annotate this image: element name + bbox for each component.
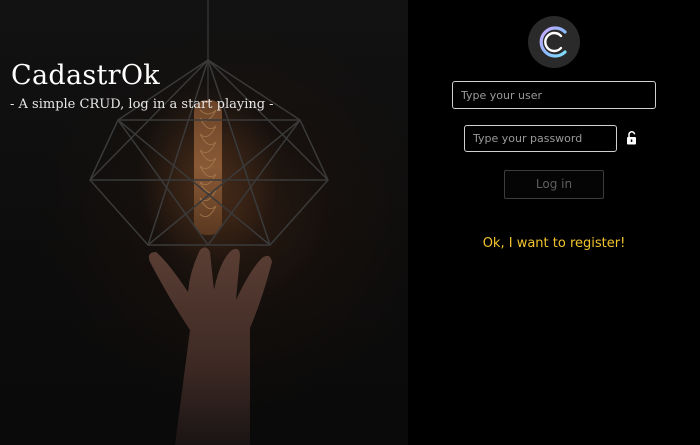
password-input[interactable] [464,125,617,152]
app-tagline: - A simple CRUD, log in a start playing … [10,97,274,112]
register-link[interactable]: Ok, I want to register! [408,236,700,251]
c-logo-icon [528,16,580,68]
app-root: CadastrOk - A simple CRUD, log in a star… [0,0,700,445]
app-title: CadastrOk [11,60,160,91]
username-input[interactable] [452,81,656,109]
login-button[interactable]: Log in [504,170,604,199]
login-panel: Log in Ok, I want to register! [408,0,700,445]
unlock-icon[interactable] [626,131,638,145]
hero-section: CadastrOk - A simple CRUD, log in a star… [0,0,408,445]
